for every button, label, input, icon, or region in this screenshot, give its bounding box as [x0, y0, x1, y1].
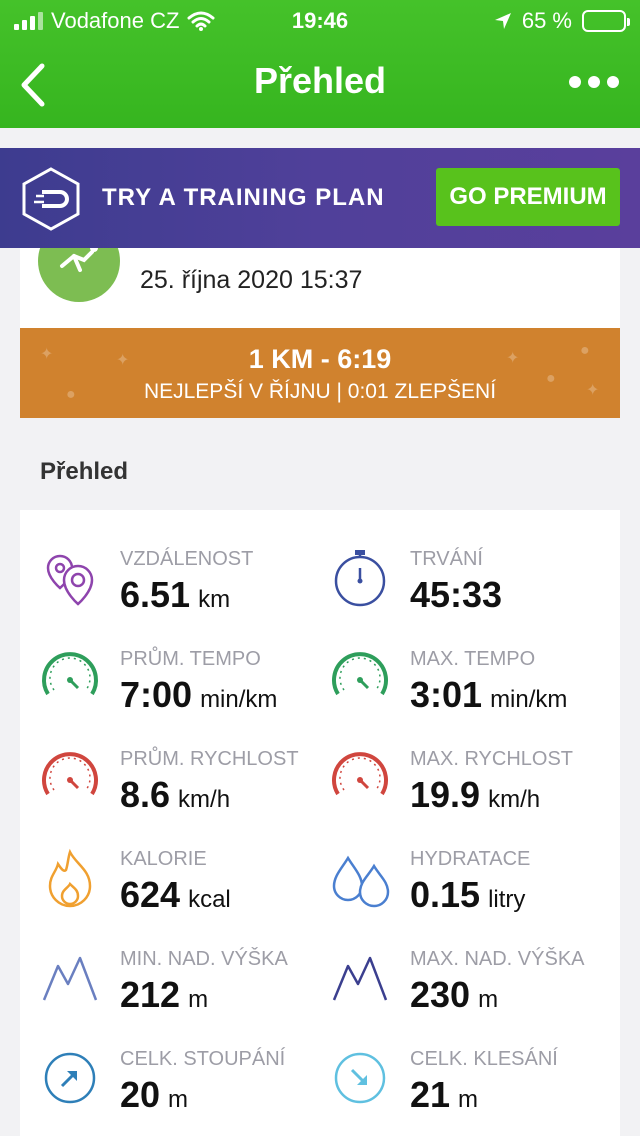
stat-value: 19.9 km/h: [410, 774, 540, 816]
activity-type-avatar: [38, 248, 120, 302]
stat-celk-kles-n: CELK. KLESÁNÍ 21 m: [330, 1048, 620, 1136]
record-subtitle: NEJLEPŠÍ V ŘÍJNU | 0:01 ZLEPŠENÍ: [143, 380, 497, 403]
flame-icon: [48, 848, 92, 908]
stat-max-rychlost: MAX. RYCHLOST 19.9 km/h: [330, 748, 620, 848]
stat-value: 3:01 min/km: [410, 674, 567, 716]
stat-value: 45:33: [410, 574, 510, 616]
stat-unit: kcal: [188, 886, 231, 913]
stat-value: 212 m: [120, 974, 208, 1016]
section-title: Přehled: [40, 458, 129, 485]
running-icon: [60, 248, 98, 272]
stat-unit: m: [458, 1086, 479, 1113]
mountains-icon: [42, 956, 98, 1001]
stat-label: TRVÁNÍ: [410, 548, 483, 570]
location-arrow-icon: [494, 13, 511, 29]
banner-text: TRY A TRAINING PLAN: [102, 184, 385, 211]
gauge-icon: [42, 652, 98, 696]
stat-label: KALORIE: [120, 848, 207, 870]
mountains-icon: [332, 956, 388, 1001]
stat-number: 21: [410, 1074, 451, 1115]
page-title: Přehled: [253, 60, 387, 101]
go-premium-button[interactable]: GO PREMIUM: [436, 168, 620, 226]
stat-number: 624: [120, 874, 181, 915]
stat-max-nad-v-ka: MAX. NAD. VÝŠKA 230 m: [330, 948, 620, 1048]
arrow-down-circle-icon: [334, 1052, 386, 1104]
stat-vzd-lenost: VZDÁLENOST 6.51 km: [40, 548, 330, 648]
stats-card: VZDÁLENOST 6.51 km TRVÁNÍ 45:33 PRŮM. TEMPO 7:…: [20, 510, 620, 1136]
stat-number: 6.51: [120, 574, 191, 615]
activity-date: 25. října 2020 15:37: [140, 266, 363, 294]
stat-unit: litry: [488, 886, 526, 913]
gauge-icon: [332, 752, 388, 796]
stat-number: 3:01: [410, 674, 483, 715]
stat-label: MIN. NAD. VÝŠKA: [120, 948, 288, 970]
stat-value: 20 m: [120, 1074, 188, 1116]
stat-label: MAX. RYCHLOST: [410, 748, 573, 770]
stat-unit: km/h: [488, 786, 541, 813]
stat-value: 6.51 km: [120, 574, 230, 616]
stat-value: 624 kcal: [120, 874, 231, 916]
stat-label: PRŮM. RYCHLOST: [120, 748, 299, 770]
stat-min-nad-v-ka: MIN. NAD. VÝŠKA 212 m: [40, 948, 330, 1048]
nav-bar: Přehled: [0, 50, 640, 114]
gauge-icon: [42, 752, 98, 796]
gauge-icon: [332, 652, 388, 696]
stat-unit: min/km: [200, 686, 278, 713]
stat-value: 230 m: [410, 974, 498, 1016]
stat-unit: km: [198, 586, 231, 613]
water-drops-icon: [332, 855, 390, 908]
stat-value: 8.6 km/h: [120, 774, 230, 816]
stat-kalorie: KALORIE 624 kcal: [40, 848, 330, 948]
stat-label: CELK. STOUPÁNÍ: [120, 1048, 286, 1070]
location-pins-icon: [46, 554, 94, 606]
stat-value: 21 m: [410, 1074, 478, 1116]
battery-percent: 65 %: [521, 8, 572, 33]
stat-number: 19.9: [410, 774, 481, 815]
stopwatch-icon: [334, 550, 386, 607]
stat-pr-m-rychlost: PRŮM. RYCHLOST 8.6 km/h: [40, 748, 330, 848]
stat-unit: km/h: [178, 786, 231, 813]
stat-value: 7:00 min/km: [120, 674, 277, 716]
top-bar: Vodafone CZ 19:46 65 % Přehled: [0, 0, 640, 128]
premium-banner[interactable]: TRY A TRAINING PLAN GO PREMIUM: [0, 148, 640, 248]
status-bar: Vodafone CZ 19:46 65 %: [0, 0, 640, 40]
stat-celk-stoup-n: CELK. STOUPÁNÍ 20 m: [40, 1048, 330, 1136]
stat-pr-m-tempo: PRŮM. TEMPO 7:00 min/km: [40, 648, 330, 748]
stat-max-tempo: MAX. TEMPO 3:01 min/km: [330, 648, 620, 748]
record-title: 1 KM - 6:19: [248, 344, 392, 374]
stat-unit: m: [188, 986, 209, 1013]
stat-label: MAX. TEMPO: [410, 648, 536, 670]
stat-number: 20: [120, 1074, 161, 1115]
stat-number: 7:00: [120, 674, 193, 715]
activity-card: 25. října 2020 15:37 ✦ ✦ ● ✦ ● ● ✦ 1 KM …: [20, 248, 620, 418]
arrow-up-circle-icon: [44, 1052, 96, 1104]
personal-record-banner[interactable]: ✦ ✦ ● ✦ ● ● ✦ 1 KM - 6:19 NEJLEPŠÍ V ŘÍJ…: [20, 328, 620, 418]
stat-unit: min/km: [490, 686, 568, 713]
stat-label: VZDÁLENOST: [120, 548, 254, 570]
training-plan-icon: [22, 167, 80, 231]
more-options-button[interactable]: [568, 70, 620, 94]
stat-number: 230: [410, 974, 471, 1015]
stat-unit: m: [168, 1086, 189, 1113]
stat-label: PRŮM. TEMPO: [120, 648, 261, 670]
stat-label: MAX. NAD. VÝŠKA: [410, 948, 585, 970]
stat-number: 0.15: [410, 874, 481, 915]
stat-label: CELK. KLESÁNÍ: [410, 1048, 558, 1070]
stat-number: 45:33: [410, 574, 503, 615]
stat-trv-n: TRVÁNÍ 45:33: [330, 548, 620, 648]
stat-hydratace: HYDRATACE 0.15 litry: [330, 848, 620, 948]
stat-value: 0.15 litry: [410, 874, 525, 916]
stat-number: 8.6: [120, 774, 171, 815]
stat-unit: m: [478, 986, 499, 1013]
battery-icon: [582, 10, 630, 32]
stat-label: HYDRATACE: [410, 848, 531, 870]
stat-number: 212: [120, 974, 181, 1015]
